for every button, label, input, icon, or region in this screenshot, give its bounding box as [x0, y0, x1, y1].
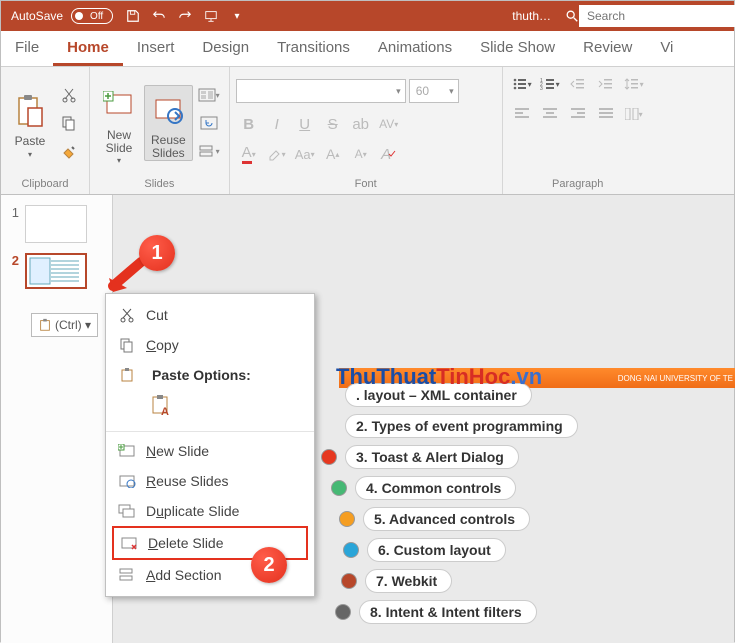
redo-icon[interactable]	[177, 8, 193, 24]
tab-transitions[interactable]: Transitions	[263, 31, 364, 66]
slide-topics: . layout – XML container 2. Types of eve…	[321, 383, 578, 631]
list-item: 5. Advanced controls	[339, 507, 578, 531]
decrease-indent-button[interactable]	[565, 71, 591, 97]
list-item: . layout – XML container	[321, 383, 578, 407]
save-icon[interactable]	[125, 8, 141, 24]
context-cut[interactable]: Cut	[106, 300, 314, 330]
paste-options-chip[interactable]: (Ctrl) ▾	[31, 313, 98, 337]
copy-button[interactable]	[57, 111, 81, 135]
context-new-slide[interactable]: New Slide	[106, 436, 314, 466]
start-slideshow-icon[interactable]	[203, 8, 219, 24]
context-reuse-slides[interactable]: Reuse Slides	[106, 466, 314, 496]
paste-keep-formatting-icon: A	[150, 394, 174, 418]
tab-view[interactable]: Vi	[646, 31, 687, 66]
new-slide-button[interactable]: New Slide ▾	[96, 81, 142, 165]
bold-button[interactable]: B	[236, 111, 262, 137]
list-item: 2. Types of event programming	[321, 414, 578, 438]
highlight-button[interactable]: ▾	[264, 141, 290, 167]
tab-slideshow[interactable]: Slide Show	[466, 31, 569, 66]
columns-button[interactable]: ▾	[621, 101, 647, 127]
ribbon: Paste ▾ Clipboard New Slide ▾ Reuse Slid…	[1, 67, 734, 195]
context-duplicate-slide[interactable]: Duplicate Slide	[106, 496, 314, 526]
new-slide-icon	[118, 442, 136, 460]
align-right-button[interactable]	[565, 101, 591, 127]
context-menu: Cut Copy Paste Options: A New Slide Reus…	[105, 293, 315, 597]
callout-2: 2	[251, 547, 287, 583]
cut-button[interactable]	[57, 83, 81, 107]
add-section-icon	[118, 566, 136, 584]
spacing-button[interactable]: AV▾	[376, 111, 402, 137]
paste-button[interactable]: Paste ▾	[7, 87, 53, 158]
document-name: thuth…	[512, 9, 551, 23]
grow-font-button[interactable]: A▴	[320, 141, 346, 167]
reuse-slides-icon	[118, 472, 136, 490]
list-item: 4. Common controls	[331, 476, 578, 500]
group-paragraph: ▾ 123▾ ▾ ▾ Paragraph	[503, 67, 653, 194]
paste-option-keep-source[interactable]: A	[106, 390, 314, 427]
delete-slide-icon	[120, 534, 138, 552]
bullets-button[interactable]: ▾	[509, 71, 535, 97]
search-box[interactable]	[565, 5, 735, 27]
line-spacing-button[interactable]: ▾	[621, 71, 647, 97]
tab-review[interactable]: Review	[569, 31, 646, 66]
thumbnail-slide-1[interactable]: 1	[7, 205, 106, 243]
underline-button[interactable]: U	[292, 111, 318, 137]
scissors-icon	[118, 306, 136, 324]
layout-button[interactable]: ▾	[197, 83, 221, 107]
list-item: 8. Intent & Intent filters	[335, 600, 578, 624]
shadow-button[interactable]: ab	[348, 111, 374, 137]
tab-animations[interactable]: Animations	[364, 31, 466, 66]
justify-button[interactable]	[593, 101, 619, 127]
group-font: ▾ 60▾ B I U S ab AV▾ A▾ ▾ Aa▾ A▴ A▾ A Fo…	[230, 67, 503, 194]
list-item: 3. Toast & Alert Dialog	[321, 445, 578, 469]
tab-insert[interactable]: Insert	[123, 31, 189, 66]
numbering-button[interactable]: 123▾	[537, 71, 563, 97]
quick-access-toolbar: ▾	[125, 8, 245, 24]
reuse-slides-button[interactable]: Reuse Slides	[144, 85, 193, 161]
slide-thumbnail-panel: 1 2 (Ctrl) ▾	[1, 195, 113, 643]
autosave-toggle[interactable]: Off	[71, 8, 113, 24]
change-case-button[interactable]: Aa▾	[292, 141, 318, 167]
clipboard-icon	[38, 318, 52, 332]
undo-icon[interactable]	[151, 8, 167, 24]
font-size-combo[interactable]: 60▾	[409, 79, 459, 103]
align-center-button[interactable]	[537, 101, 563, 127]
tab-file[interactable]: File	[1, 31, 53, 66]
clipboard-paste-icon	[15, 91, 45, 133]
search-icon	[565, 5, 579, 27]
title-bar: AutoSave Off ▾ thuth…	[1, 1, 734, 31]
thumbnail-slide-2[interactable]: 2	[7, 253, 106, 289]
ribbon-tabs: File Home Insert Design Transitions Anim…	[1, 31, 734, 67]
callout-1: 1	[139, 235, 175, 271]
list-item: 6. Custom layout	[343, 538, 578, 562]
paste-icon	[118, 366, 136, 384]
group-slides: New Slide ▾ Reuse Slides ▾ ▾ Slides	[90, 67, 230, 194]
clear-format-button[interactable]: A	[376, 141, 402, 167]
strike-button[interactable]: S	[320, 111, 346, 137]
italic-button[interactable]: I	[264, 111, 290, 137]
search-input[interactable]	[579, 8, 735, 24]
copy-icon	[118, 336, 136, 354]
reuse-slides-icon	[152, 90, 184, 132]
svg-text:3: 3	[540, 86, 543, 91]
section-button[interactable]: ▾	[197, 139, 221, 163]
list-item: 7. Webkit	[341, 569, 578, 593]
font-color-button[interactable]: A▾	[236, 141, 262, 167]
group-clipboard: Paste ▾ Clipboard	[1, 67, 90, 194]
autosave-label: AutoSave	[11, 9, 63, 23]
tab-design[interactable]: Design	[188, 31, 263, 66]
align-left-button[interactable]	[509, 101, 535, 127]
svg-text:A: A	[161, 406, 169, 418]
context-paste-options-label: Paste Options:	[106, 360, 314, 390]
tab-home[interactable]: Home	[53, 31, 123, 66]
context-copy[interactable]: Copy	[106, 330, 314, 360]
reset-button[interactable]	[197, 111, 221, 135]
customize-qat-icon[interactable]: ▾	[229, 8, 245, 24]
format-painter-button[interactable]	[57, 139, 81, 163]
font-family-combo[interactable]: ▾	[236, 79, 406, 103]
new-slide-icon	[103, 85, 135, 127]
increase-indent-button[interactable]	[593, 71, 619, 97]
duplicate-slide-icon	[118, 502, 136, 520]
shrink-font-button[interactable]: A▾	[348, 141, 374, 167]
